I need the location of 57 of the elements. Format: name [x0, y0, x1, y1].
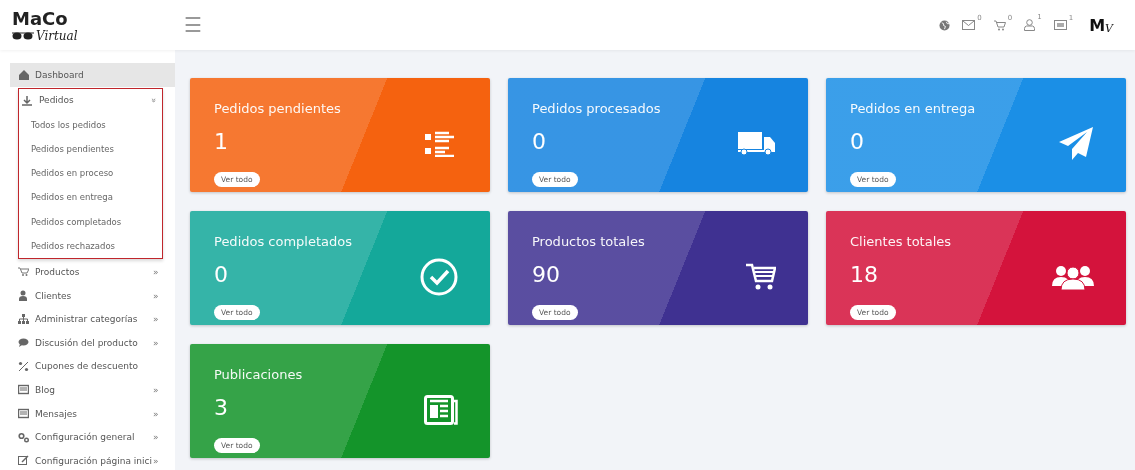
logo-script-text: Virtual — [36, 28, 78, 43]
sidebar-item[interactable]: Cupones de descuento — [10, 354, 175, 379]
sidebar-item[interactable]: Clientes » — [10, 283, 175, 308]
cart-icon[interactable] — [993, 19, 1006, 31]
sidebar-item[interactable]: Dashboard — [10, 63, 175, 87]
globe-icon[interactable] — [939, 19, 951, 31]
submenu-item[interactable]: Pedidos en entrega — [19, 185, 162, 210]
newspaper-icon — [18, 408, 29, 420]
submenu-item[interactable]: Pedidos en proceso — [19, 161, 162, 186]
sidebar-item[interactable]: Administrar categorías » — [10, 307, 175, 331]
percent-icon — [18, 360, 29, 372]
keyboard-icon[interactable] — [1053, 20, 1067, 30]
sitemap-icon — [18, 313, 29, 325]
user-icon[interactable] — [1024, 19, 1036, 31]
submenu-item[interactable]: Pedidos rechazados — [19, 233, 162, 259]
cart-icon — [18, 266, 29, 278]
newspaper-icon — [18, 384, 29, 396]
card-value: 90 — [532, 262, 561, 287]
sidebar-item[interactable]: Discusión del producto » — [10, 330, 175, 355]
sidebar-item[interactable]: Configuración general » — [10, 425, 175, 449]
submenu-item[interactable]: Todos los pedidos — [19, 112, 162, 137]
card-value: 18 — [850, 262, 879, 287]
card-value: 3 — [214, 395, 229, 420]
edit-icon — [18, 455, 29, 467]
submenu-item[interactable]: Pedidos completados — [19, 209, 162, 234]
submenu-item[interactable]: Pedidos pendientes — [19, 136, 162, 161]
paper-plane-icon — [1058, 126, 1094, 162]
card-value: 0 — [532, 129, 547, 154]
sidebar-item[interactable]: Mensajes » — [10, 401, 175, 426]
chat-icon — [18, 337, 29, 349]
newspaper-icon — [424, 395, 458, 425]
card-title: Pedidos pendientes — [214, 101, 342, 116]
card-title: Pedidos en entrega — [850, 101, 977, 116]
card-value: 0 — [850, 129, 865, 154]
gears-icon — [18, 431, 29, 443]
glasses-icon — [12, 31, 34, 40]
sidebar-item[interactable]: Configuración página inici» — [10, 448, 175, 470]
card-title: Publicaciones — [214, 367, 304, 382]
check-circle-icon — [420, 258, 458, 296]
sidebar-item[interactable]: Pedidos » — [19, 88, 162, 113]
user-icon — [18, 290, 29, 302]
mail-icon[interactable] — [962, 20, 976, 30]
home-icon — [18, 69, 29, 81]
avatar-logo[interactable]: MV — [1089, 15, 1113, 35]
truck-icon — [738, 132, 776, 156]
cart-icon — [746, 263, 776, 291]
card-value: 0 — [214, 262, 229, 287]
sidebar-item[interactable]: Productos » — [10, 260, 175, 284]
logo-text: MaCo — [12, 7, 69, 29]
download-icon — [22, 95, 33, 106]
card-title: Pedidos procesados — [532, 101, 662, 116]
card-title: Clientes totales — [850, 234, 953, 249]
users-icon — [1052, 264, 1094, 290]
card-value: 1 — [214, 129, 229, 154]
card-title: Pedidos completados — [214, 234, 354, 249]
sidebar-item[interactable]: Blog » — [10, 378, 175, 402]
card-title: Productos totales — [532, 234, 646, 249]
